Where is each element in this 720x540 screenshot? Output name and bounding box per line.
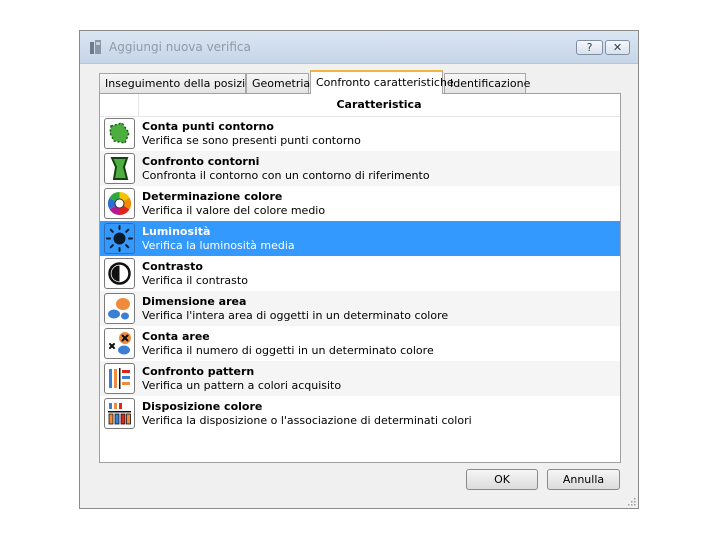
list-item-pattern-compare[interactable]: Confronto pattern Verifica un pattern a …	[100, 361, 620, 396]
column-header-feature[interactable]: Caratteristica	[138, 98, 620, 111]
list-item-color-determination[interactable]: Determinazione colore Verifica il valore…	[100, 186, 620, 221]
list-header: Caratteristica	[100, 94, 620, 117]
list-item-contour-compare[interactable]: Confronto contorni Confronta il contorno…	[100, 151, 620, 186]
list-item-contrast[interactable]: Contrasto Verifica il contrasto	[100, 256, 620, 291]
item-description: Verifica il contrasto	[142, 274, 248, 287]
item-name: Determinazione colore	[142, 190, 283, 203]
header-gutter	[100, 94, 139, 116]
list-item-color-arrangement[interactable]: Disposizione colore Verifica la disposiz…	[100, 396, 620, 431]
item-description: Verifica il numero di oggetti in un dete…	[142, 344, 434, 357]
pattern-compare-icon	[104, 363, 135, 394]
item-description: Verifica un pattern a colori acquisito	[142, 379, 342, 392]
item-name: Conta punti contorno	[142, 120, 274, 133]
item-description: Verifica il valore del colore medio	[142, 204, 326, 217]
item-description: Verifica se sono presenti punti contorno	[142, 134, 361, 147]
item-name: Contrasto	[142, 260, 203, 273]
sun-icon	[104, 223, 135, 254]
contour-compare-icon	[104, 153, 135, 184]
list-rows: Conta punti contorno Verifica se sono pr…	[100, 116, 620, 431]
item-name: Conta aree	[142, 330, 210, 343]
list-item-contour-points[interactable]: Conta punti contorno Verifica se sono pr…	[100, 116, 620, 151]
ok-button[interactable]: OK	[466, 469, 538, 490]
window-title: Aggiungi nuova verifica	[109, 40, 251, 54]
item-name: Confronto contorni	[142, 155, 260, 168]
title-bar[interactable]: Aggiungi nuova verifica ? ✕	[80, 31, 638, 64]
tab-identification[interactable]: Identificazione	[444, 73, 530, 93]
tab-feature-compare[interactable]: Confronto caratteristiche	[310, 70, 454, 94]
item-description: Confronta il contorno con un contorno di…	[142, 169, 430, 182]
cancel-button[interactable]: Annulla	[547, 469, 620, 490]
close-button[interactable]: ✕	[605, 40, 630, 55]
list-item-count-areas[interactable]: Conta aree Verifica il numero di oggetti…	[100, 326, 620, 361]
color-wheel-icon	[104, 188, 135, 219]
item-name: Confronto pattern	[142, 365, 255, 378]
contrast-icon	[104, 258, 135, 289]
item-name: Disposizione colore	[142, 400, 263, 413]
item-name: Luminosità	[142, 225, 211, 238]
list-item-area-size[interactable]: Dimensione area Verifica l'intera area d…	[100, 291, 620, 326]
list-item-brightness[interactable]: Luminosità Verifica la luminosità media	[100, 221, 620, 256]
help-button[interactable]: ?	[576, 40, 603, 55]
count-areas-icon	[104, 328, 135, 359]
color-arrangement-icon	[104, 398, 135, 429]
add-check-dialog: Aggiungi nuova verifica ? ✕ Inseguimento…	[79, 30, 639, 509]
item-description: Verifica l'intera area di oggetti in un …	[142, 309, 449, 322]
item-name: Dimensione area	[142, 295, 247, 308]
resize-grip-icon[interactable]	[626, 496, 636, 506]
app-icon	[90, 40, 101, 54]
area-size-icon	[104, 293, 135, 324]
feature-list: Caratteristica Conta punti contorno Veri…	[99, 93, 621, 463]
contour-points-icon	[104, 118, 135, 149]
tab-geometry[interactable]: Geometria	[246, 73, 310, 93]
item-description: Verifica la luminosità media	[142, 239, 295, 252]
item-description: Verifica la disposizione o l'associazion…	[142, 414, 472, 427]
tab-position-tracking[interactable]: Inseguimento della posizione	[99, 73, 266, 93]
